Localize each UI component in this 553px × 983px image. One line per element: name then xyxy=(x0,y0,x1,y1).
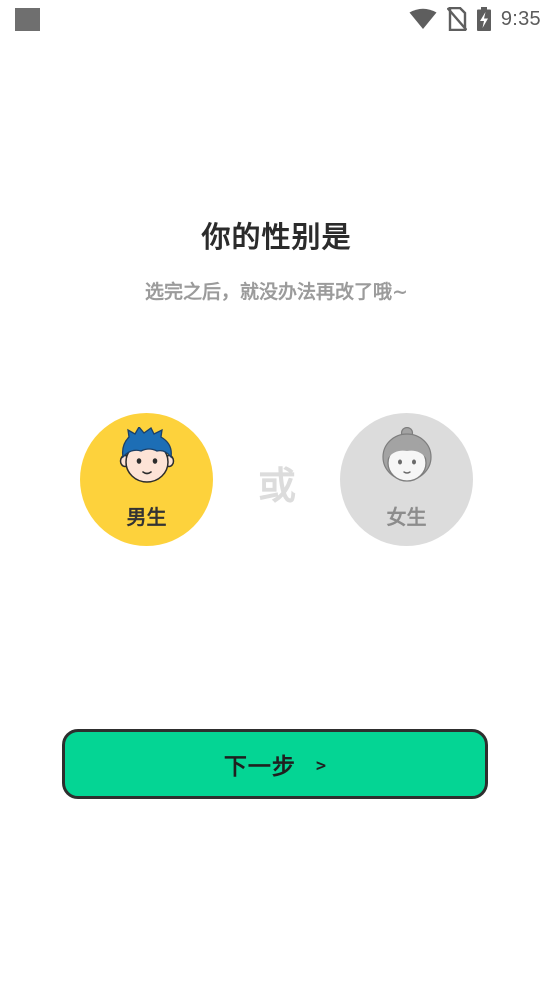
page-title: 你的性别是 xyxy=(201,220,352,254)
status-bar: 9:35 xyxy=(0,0,553,40)
male-label: 男生 xyxy=(126,505,167,529)
status-icons: 9:35 xyxy=(409,6,541,32)
female-label: 女生 xyxy=(386,505,427,529)
female-option-button[interactable]: 女生 xyxy=(340,413,473,546)
boy-avatar-icon xyxy=(119,427,175,483)
next-step-button[interactable]: 下一步 > xyxy=(62,729,488,799)
wifi-icon xyxy=(409,8,437,29)
gender-selection-screen: 9:35 你的性别是 选完之后，就没办法再改了哦~ 男生 或 女生 下一步 > xyxy=(0,0,553,983)
notification-square-icon xyxy=(15,8,40,31)
next-step-label: 下一步 xyxy=(223,754,296,780)
page-subtitle: 选完之后，就没办法再改了哦~ xyxy=(145,281,408,303)
status-time: 9:35 xyxy=(500,7,541,30)
girl-avatar-icon xyxy=(382,427,432,482)
or-separator: 或 xyxy=(257,464,296,508)
no-sim-icon xyxy=(446,7,467,31)
next-arrow-icon: > xyxy=(315,756,327,776)
battery-charging-icon xyxy=(476,7,491,31)
male-option-button[interactable]: 男生 xyxy=(80,413,213,546)
